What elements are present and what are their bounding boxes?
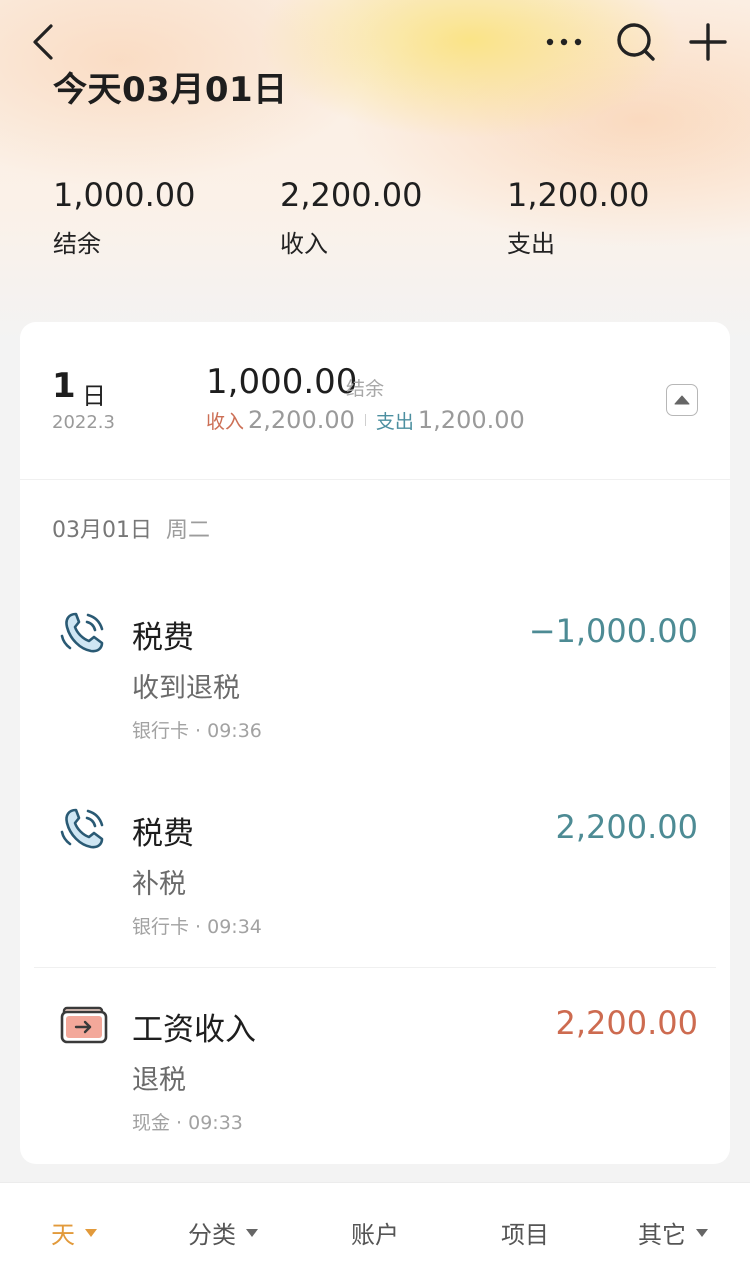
transaction-amount: 2,200.00 — [555, 1004, 699, 1042]
transaction-note: 收到退税 — [132, 673, 240, 704]
transaction-amount: −1,000.00 — [528, 612, 698, 650]
transaction-row[interactable]: 税费 补税 银行卡 · 09:34 2,200.00 — [20, 778, 730, 974]
page-title: 今天03月01日 — [53, 70, 288, 110]
transaction-meta: 银行卡 · 09:36 — [132, 720, 262, 742]
tab-label: 账户 — [351, 1221, 399, 1249]
add-icon — [689, 23, 727, 61]
phone-icon — [60, 612, 104, 653]
phone-icon — [60, 808, 104, 849]
transaction-note: 补税 — [132, 869, 186, 900]
transaction-row[interactable]: 工资收入 退税 现金 · 09:33 2,200.00 — [20, 974, 730, 1170]
day-balance: 1,000.00 — [206, 362, 358, 402]
day-balance-label: 结余 — [346, 378, 385, 400]
tab-day[interactable]: 天 — [51, 1183, 97, 1281]
day-header[interactable]: 1 日 2022.3 1,000.00 结余 收入 2,200.00 支出 1,… — [20, 322, 730, 480]
chevron-down-icon — [85, 1228, 97, 1237]
transaction-category: 税费 — [132, 816, 194, 852]
summary-income-label: 收入 — [280, 230, 328, 258]
tab-other[interactable]: 其它 — [638, 1183, 708, 1281]
wallet-icon — [60, 1006, 108, 1044]
transaction-row[interactable]: 税费 收到退税 银行卡 · 09:36 −1,000.00 — [20, 582, 730, 778]
summary-balance-label: 结余 — [53, 230, 101, 258]
chevron-down-icon — [246, 1228, 258, 1237]
chevron-down-icon — [696, 1228, 708, 1237]
divider — [34, 967, 716, 968]
day-unit: 日 — [82, 382, 106, 410]
day-year-month: 2022.3 — [52, 412, 115, 433]
transaction-note: 退税 — [132, 1065, 186, 1096]
tab-label: 分类 — [188, 1221, 236, 1249]
summary-balance-value: 1,000.00 — [53, 176, 196, 214]
more-icon — [546, 38, 582, 46]
more-button[interactable] — [540, 22, 588, 62]
tab-label: 项目 — [501, 1221, 549, 1249]
tab-label: 其它 — [638, 1221, 686, 1249]
tab-account[interactable]: 账户 — [351, 1183, 399, 1281]
weekday-label: 周二 — [166, 518, 211, 543]
search-button[interactable] — [612, 18, 660, 66]
add-button[interactable] — [684, 18, 732, 66]
day-number: 1 — [52, 366, 76, 406]
summary-income: 2,200.00 收入 — [280, 176, 423, 259]
back-icon — [33, 24, 53, 60]
date-header: 03月01日 周二 — [52, 512, 210, 544]
summary-expense-label: 支出 — [507, 230, 555, 258]
triangle-up-icon — [674, 395, 690, 405]
search-icon — [617, 23, 655, 61]
transaction-category: 工资收入 — [132, 1012, 256, 1048]
transaction-meta: 现金 · 09:33 — [132, 1112, 243, 1134]
day-income-expense: 收入 2,200.00 支出 1,200.00 — [206, 406, 525, 434]
day-expense-label: 支出 — [375, 410, 414, 433]
day-income-label: 收入 — [206, 410, 245, 433]
collapse-button[interactable] — [666, 384, 698, 416]
day-card: 1 日 2022.3 1,000.00 结余 收入 2,200.00 支出 1,… — [20, 322, 730, 1164]
summary-expense: 1,200.00 支出 — [507, 176, 650, 259]
divider — [364, 414, 366, 426]
day-income-value: 2,200.00 — [248, 406, 355, 434]
summary-balance: 1,000.00 结余 — [53, 176, 196, 259]
transaction-meta: 银行卡 · 09:34 — [132, 916, 262, 938]
summary-expense-value: 1,200.00 — [507, 176, 650, 214]
back-button[interactable] — [20, 20, 64, 64]
date-label: 03月01日 — [52, 518, 152, 543]
transaction-category: 税费 — [132, 620, 194, 656]
tab-label: 天 — [51, 1221, 75, 1249]
day-expense-value: 1,200.00 — [417, 406, 525, 434]
tab-project[interactable]: 项目 — [501, 1183, 549, 1281]
transaction-amount: 2,200.00 — [555, 808, 699, 846]
bottom-tab-bar: 天 分类 账户 项目 其它 — [0, 1182, 750, 1281]
summary-income-value: 2,200.00 — [280, 176, 423, 214]
tab-category[interactable]: 分类 — [188, 1183, 258, 1281]
